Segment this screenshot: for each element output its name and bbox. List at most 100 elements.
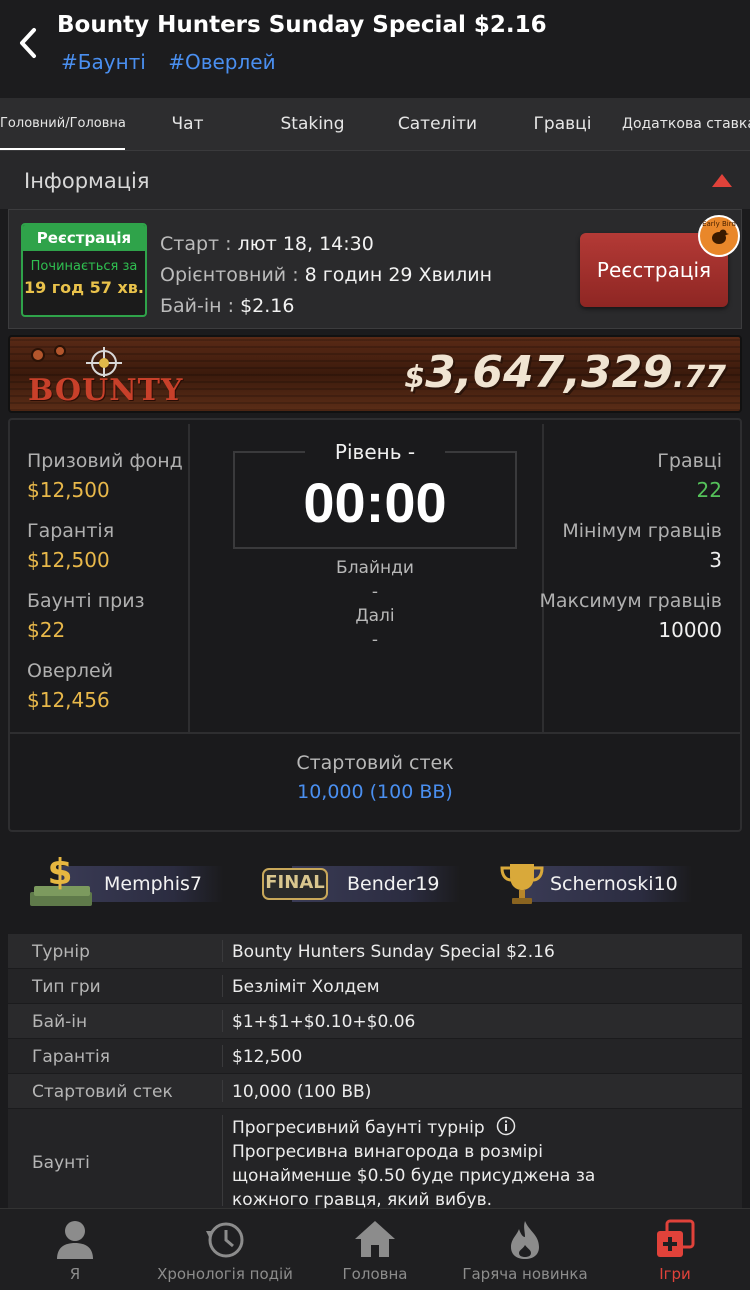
prize-pool-value: $12,500 [27,478,110,502]
tournament-schedule: Старт : лют 18, 14:30 Орієнтовний : 8 го… [160,229,492,322]
nav-hot-new[interactable]: Гаряча новинка [450,1209,600,1290]
stats-bottom-row [10,732,740,826]
next-label: Далі [355,606,395,626]
history-icon [206,1222,244,1258]
guarantee-value: $12,500 [27,548,110,572]
table-row: Бай-ін $1+$1+$0.10+$0.06 [8,1004,742,1039]
nav-games-label: Ігри [659,1265,691,1283]
starting-stack-label: Стартовий стек [296,752,454,774]
detail-key: Турнір [32,942,90,962]
max-players-stat: Максимум гравців 10000 [539,590,722,642]
overlay-value: $12,456 [27,688,110,712]
header: Bounty Hunters Sunday Special $2.16 #Бау… [0,0,750,98]
bird-icon [712,229,729,244]
early-bird-label: Early Bird [702,220,736,228]
home-icon [355,1221,395,1257]
final-badge-text: FINAL [265,872,325,893]
players-stat: Гравці 22 [657,450,722,502]
bottom-navigation: Я Хронологія подій Головна Гаряча новинк… [0,1208,750,1290]
estimated-value: 8 годин 29 Хвилин [304,264,493,286]
min-players-stat: Мінімум гравців 3 [562,520,722,572]
table-row: Турнір Bounty Hunters Sunday Special $2.… [8,934,742,969]
bounty-prize-stat: Баунті приз $22 [27,590,145,642]
trophy-icon [500,864,544,904]
table-row: Тип гри Безліміт Холдем [8,969,742,1004]
tag-list: #Баунті #Оверлей [61,50,292,74]
tab-side-bet[interactable]: Додаткова ставка [622,98,750,150]
back-button[interactable] [14,26,44,60]
collapse-arrow-icon[interactable] [712,174,732,187]
blinds-value: - [371,582,379,602]
jackpot-amount: $3,647,329.77 [404,347,726,398]
detail-value: Bounty Hunters Sunday Special $2.16 [232,942,555,962]
table-row: Баунті Прогресивний баунті турнір Прогре… [8,1109,742,1213]
buyin-value: $2.16 [240,295,295,317]
tag-bounty[interactable]: #Баунті [61,50,146,74]
prize-pool-label: Призовий фонд [27,450,183,472]
info-section-header[interactable]: Інформація [0,151,750,209]
winner-2[interactable]: FINAL Bender19 [262,864,462,904]
max-players-label: Максимум гравців [539,590,722,612]
winner-2-name: Bender19 [347,873,440,895]
bounty-prize-label: Баунті приз [27,590,145,612]
nav-home-label: Головна [342,1265,408,1283]
bounty-type-title: Прогресивний баунті турнір [232,1118,485,1138]
overlay-label: Оверлей [27,660,114,682]
guarantee-stat: Гарантія $12,500 [27,520,114,572]
chevron-left-icon [20,28,36,58]
starting-stack-value: 10,000 (100 BB) [297,781,453,803]
crosshair-icon [31,345,122,377]
bounty-prize-value: $22 [27,618,66,642]
next-value: - [371,630,379,650]
winner-3-name: Schernoski10 [550,873,678,895]
info-title: Інформація [24,169,150,193]
badge-status: Реєстрація [23,225,145,251]
tab-chat[interactable]: Чат [125,98,250,150]
level-clock: 00:00 [303,471,447,534]
nav-games[interactable]: Ігри [600,1209,750,1290]
fire-icon [511,1221,539,1259]
nav-hot-new-label: Гаряча новинка [462,1265,588,1283]
badge-countdown: 19 год 57 хв. [23,278,145,297]
tab-staking[interactable]: Staking [250,98,375,150]
players-value: 22 [696,478,722,502]
nav-home[interactable]: Головна [300,1209,450,1290]
min-players-label: Мінімум гравців [562,520,722,542]
tag-overlay[interactable]: #Оверлей [168,50,275,74]
bounty-description-line: Прогресивна винагорода в розмірі [232,1142,543,1162]
nav-me[interactable]: Я [0,1209,150,1290]
table-row: Стартовий стек 10,000 (100 BB) [8,1074,742,1109]
max-players-value: 10000 [658,618,722,642]
nav-me-label: Я [69,1265,81,1283]
table-row: Гарантія $12,500 [8,1039,742,1074]
page-title: Bounty Hunters Sunday Special $2.16 [57,12,547,38]
estimated-label: Орієнтовний : [160,264,299,286]
games-icon [657,1219,695,1257]
guarantee-label: Гарантія [27,520,115,542]
tab-players[interactable]: Гравці [500,98,625,150]
detail-value: Безліміт Холдем [232,977,380,997]
winner-1-name: Memphis7 [104,873,202,895]
winner-1[interactable]: $ Memphis7 [28,852,228,906]
badge-starts-in-label: Починається за [30,259,138,274]
nav-history[interactable]: Хронологія подій [150,1209,300,1290]
nav-history-label: Хронологія подій [157,1265,293,1283]
registration-status-badge: Реєстрація Починається за 19 год 57 хв. [21,223,147,317]
detail-key: Гарантія [32,1047,110,1067]
detail-key: Стартовий стек [32,1082,173,1102]
tournament-details-table: Турнір Bounty Hunters Sunday Special $2.… [8,934,742,1213]
tab-satellites[interactable]: Сателіти [375,98,500,150]
detail-key: Бай-ін [32,1012,88,1032]
tab-main[interactable]: Головний/Головна [0,98,126,150]
winner-3[interactable]: Schernoski10 [498,864,698,904]
info-icon[interactable] [496,1116,516,1136]
start-value: лют 18, 14:30 [237,233,374,255]
start-label: Старт : [160,233,232,255]
detail-value: Прогресивний баунті турнір Прогресивна в… [232,1116,595,1212]
dollar-money-icon: $ [30,852,92,906]
buyin-label: Бай-ін : [160,295,235,317]
tab-bar: Головний/Головна Чат Staking Сателіти Гр… [0,98,750,151]
detail-value: $12,500 [232,1047,303,1067]
detail-key: Тип гри [32,977,101,997]
players-label: Гравці [657,450,722,472]
